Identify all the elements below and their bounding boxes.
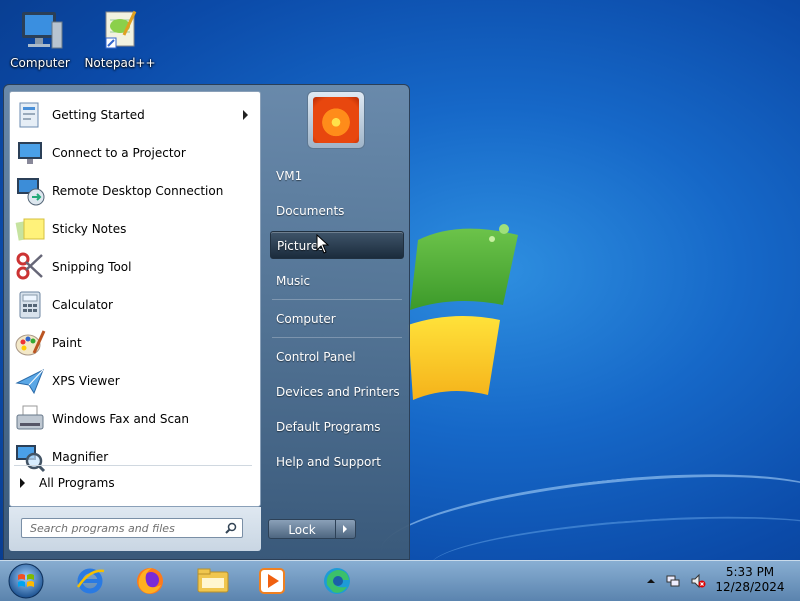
all-programs-button[interactable]: All Programs (9, 469, 261, 497)
right-item-music[interactable]: Music (270, 267, 404, 295)
desktop-icon-label: Computer (10, 56, 70, 70)
internet-explorer-icon (76, 568, 105, 594)
firefox-icon (137, 568, 163, 594)
program-calculator[interactable]: Calculator (14, 287, 256, 323)
program-label: Magnifier (52, 450, 109, 464)
search-area (9, 507, 261, 551)
right-item-devices-and-printers[interactable]: Devices and Printers (270, 378, 404, 406)
system-clock[interactable]: 5:33 PM 12/28/2024 (712, 565, 788, 595)
lock-button[interactable]: Lock (268, 519, 336, 539)
program-label: Snipping Tool (52, 260, 132, 274)
media-player-icon (259, 568, 285, 594)
show-hidden-icons-icon[interactable] (643, 573, 659, 589)
start-menu: Getting Started Connect to a Projector R… (3, 84, 410, 560)
getting-started-icon (14, 99, 46, 131)
taskbar-edge[interactable] (311, 563, 363, 599)
notepad-plus-plus-icon (96, 8, 144, 54)
clock-date: 12/28/2024 (715, 580, 785, 594)
search-box[interactable] (21, 518, 243, 538)
windows-logo-wallpaper (408, 224, 518, 400)
right-item-documents[interactable]: Documents (270, 197, 404, 225)
edge-icon (324, 568, 350, 594)
search-input[interactable] (28, 520, 222, 536)
desktop-icon-computer[interactable]: Computer (3, 8, 77, 70)
right-item-computer[interactable]: Computer (270, 305, 404, 333)
fax-scan-icon (14, 403, 46, 435)
program-label: Connect to a Projector (52, 146, 186, 160)
program-label: XPS Viewer (52, 374, 120, 388)
taskbar-firefox[interactable] (124, 563, 176, 599)
xps-viewer-icon (14, 365, 46, 397)
program-snipping-tool[interactable]: Snipping Tool (14, 249, 256, 285)
program-sticky-notes[interactable]: Sticky Notes (14, 211, 256, 247)
mouse-cursor-icon (316, 234, 330, 254)
right-item-pictures[interactable]: Pictures (270, 231, 404, 259)
program-label: Getting Started (52, 108, 145, 122)
right-item-default-programs[interactable]: Default Programs (270, 413, 404, 441)
snipping-tool-icon (14, 251, 46, 283)
right-pane-divider (272, 299, 402, 300)
file-explorer-icon (197, 568, 229, 593)
right-item-help-and-support[interactable]: Help and Support (270, 448, 404, 476)
program-label: Calculator (52, 298, 113, 312)
program-remote-desktop-connection[interactable]: Remote Desktop Connection (14, 173, 256, 209)
projector-icon (14, 137, 46, 169)
desktop-icon-notepad-plus-plus[interactable]: Notepad++ (83, 8, 157, 70)
submenu-arrow-icon[interactable] (243, 110, 248, 120)
network-icon[interactable] (665, 573, 681, 589)
user-account-picture[interactable] (307, 91, 365, 149)
program-xps-viewer[interactable]: XPS Viewer (14, 363, 256, 399)
paint-icon (14, 327, 46, 359)
taskbar-media-player[interactable] (246, 563, 298, 599)
program-label: Paint (52, 336, 82, 350)
program-getting-started[interactable]: Getting Started (14, 97, 256, 133)
right-item-control-panel[interactable]: Control Panel (270, 343, 404, 371)
all-programs-label: All Programs (39, 476, 115, 490)
remote-desktop-icon (14, 175, 46, 207)
program-paint[interactable]: Paint (14, 325, 256, 361)
taskbar-internet-explorer[interactable] (64, 563, 116, 599)
search-icon[interactable] (225, 522, 237, 534)
calculator-icon (14, 289, 46, 321)
clock-time: 5:33 PM (725, 565, 775, 579)
sticky-notes-icon (14, 213, 46, 245)
program-label: Windows Fax and Scan (52, 412, 190, 426)
right-pane-divider (272, 337, 402, 338)
taskbar-file-explorer[interactable] (187, 563, 239, 599)
all-programs-divider (14, 465, 252, 466)
taskbar: 5:33 PM 12/28/2024 (0, 560, 800, 601)
program-windows-fax-and-scan[interactable]: Windows Fax and Scan (14, 401, 256, 437)
program-connect-to-projector[interactable]: Connect to a Projector (14, 135, 256, 171)
speaker-muted-icon[interactable] (690, 573, 706, 589)
chevron-right-icon (343, 525, 347, 533)
program-label: Sticky Notes (52, 222, 127, 236)
computer-icon (16, 8, 64, 54)
shutdown-options-button[interactable] (336, 519, 356, 539)
flower-icon (313, 97, 359, 143)
start-orb-icon[interactable] (6, 562, 46, 600)
desktop-icon-label: Notepad++ (84, 56, 156, 70)
start-menu-programs-pane: Getting Started Connect to a Projector R… (9, 91, 261, 507)
program-label: Remote Desktop Connection (52, 184, 224, 198)
all-programs-arrow-icon (20, 478, 25, 488)
right-item-vm1[interactable]: VM1 (270, 162, 404, 190)
